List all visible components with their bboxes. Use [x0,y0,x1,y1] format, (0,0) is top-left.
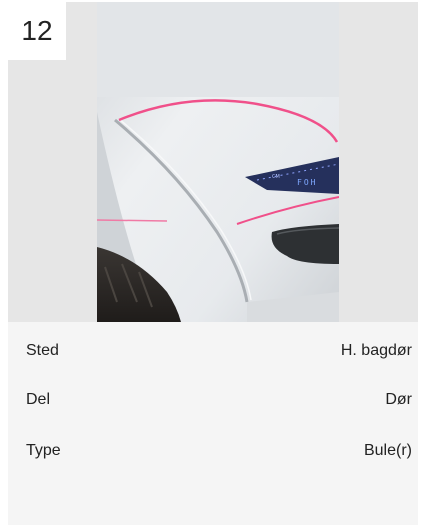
detail-row-del: Del Dør [26,388,412,412]
detail-label: Sted [26,342,59,359]
damage-details: Sted H. bagdør Del Dør Type Bule(r) [8,322,418,525]
detail-row-type: Type Bule(r) [26,439,412,463]
svg-text:FOH: FOH [297,178,317,187]
damage-photo[interactable]: FOH CM [97,2,339,322]
damage-number-badge: 12 [8,2,66,60]
detail-value: Dør [385,391,412,408]
damage-card[interactable]: 12 FOH CM Sted H. bagdør Del Dør Type Bu… [8,2,418,525]
detail-label: Type [26,442,61,459]
svg-text:CM: CM [272,174,280,180]
detail-value: H. bagdør [340,342,412,359]
detail-label: Del [26,391,51,408]
detail-row-sted: Sted H. bagdør [26,339,412,363]
photo-area: 12 FOH CM [8,2,418,322]
detail-value: Bule(r) [363,442,412,459]
